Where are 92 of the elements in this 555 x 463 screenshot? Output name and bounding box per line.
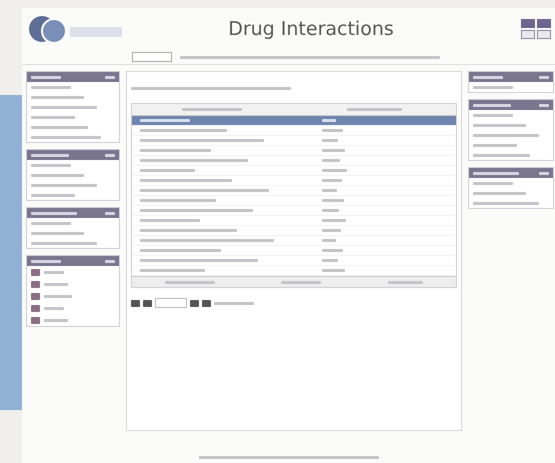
table-row[interactable] (132, 176, 456, 186)
toolbar-button[interactable] (537, 30, 551, 39)
blurred-text-drawing (346, 108, 402, 111)
blurred-text-drawing (31, 136, 101, 138)
blurred-text-drawing (322, 219, 346, 222)
blurred-text-drawing (473, 144, 517, 146)
table-row[interactable] (132, 256, 456, 266)
blurred-text-drawing (322, 159, 340, 162)
table-row[interactable] (132, 116, 456, 126)
blurred-text-drawing (322, 149, 345, 152)
blurred-text-drawing (473, 192, 526, 194)
first-page-button[interactable] (131, 300, 140, 306)
blurred-text-drawing (539, 76, 549, 78)
blurred-text-drawing (322, 239, 336, 242)
table-row[interactable] (132, 246, 456, 256)
blurred-text-drawing (105, 154, 115, 156)
blurred-text-drawing (322, 179, 342, 182)
table-row[interactable] (132, 206, 456, 216)
blurred-text-drawing (31, 212, 77, 214)
blurred-text-drawing (473, 134, 539, 136)
blurred-text-drawing (140, 269, 205, 272)
blurred-text-drawing (322, 119, 336, 122)
blurred-text-drawing (44, 282, 68, 286)
blurred-text-drawing (539, 172, 549, 174)
table-row[interactable] (132, 236, 456, 246)
blurred-text-drawing (31, 184, 97, 186)
next-page-button[interactable] (190, 300, 199, 306)
blurred-text-drawing (140, 119, 190, 122)
blurred-text-drawing (322, 269, 345, 272)
blurred-text-drawing (473, 182, 513, 184)
blurred-text-drawing (31, 232, 84, 234)
table-row[interactable] (132, 136, 456, 146)
table-row[interactable] (132, 216, 456, 226)
table-row[interactable] (132, 196, 456, 206)
last-page-button[interactable] (202, 300, 211, 306)
table-row[interactable] (132, 186, 456, 196)
blurred-text-drawing (322, 139, 338, 142)
blurred-text-drawing (31, 96, 84, 98)
blurred-text-drawing (322, 249, 343, 252)
blurred-text-drawing (473, 104, 511, 106)
blurred-text-drawing (31, 106, 97, 108)
blurred-text-drawing (31, 260, 61, 262)
blurred-text-drawing (388, 280, 423, 284)
blurred-text-drawing (322, 229, 341, 232)
table-row[interactable] (132, 226, 456, 236)
blurred-text-drawing (31, 222, 71, 224)
blurred-text-drawing (31, 242, 97, 244)
blurred-text-drawing (473, 202, 539, 204)
table-row[interactable] (132, 156, 456, 166)
blurred-text-drawing (31, 116, 75, 118)
blurred-text-drawing (31, 174, 84, 176)
blurred-text-drawing (31, 194, 75, 196)
toolbar-button[interactable] (521, 30, 535, 39)
table-row[interactable] (132, 126, 456, 136)
blurred-text-drawing (165, 280, 216, 284)
blurred-text-drawing (31, 126, 88, 128)
blurred-text-drawing (214, 302, 254, 304)
blurred-text-drawing (140, 169, 195, 172)
blurred-text-drawing (31, 164, 71, 166)
blurred-text-drawing (473, 154, 530, 156)
blurred-text-drawing (105, 212, 115, 214)
blurred-text-drawing (44, 270, 64, 274)
blurred-text-drawing (105, 76, 115, 78)
blurred-text-drawing (44, 318, 68, 322)
blurred-text-drawing (31, 76, 61, 78)
blurred-text-drawing (31, 154, 69, 156)
blurred-text-drawing (322, 129, 343, 132)
blurred-text-drawing (322, 189, 337, 192)
blurred-text-drawing (322, 209, 339, 212)
blurred-text-drawing (473, 124, 526, 126)
table-row[interactable] (132, 166, 456, 176)
blurred-text-drawing (281, 280, 322, 284)
blurred-text-drawing (473, 114, 513, 116)
blurred-text-drawing (473, 76, 503, 78)
previous-page-button[interactable] (143, 300, 152, 306)
blurred-text-drawing (473, 86, 513, 88)
blurred-text-drawing (140, 219, 200, 222)
blurred-text-drawing (182, 108, 242, 111)
blurred-text-drawing (105, 260, 115, 262)
blurred-text-drawing (322, 169, 347, 172)
table-row[interactable] (132, 146, 456, 156)
search-field[interactable] (132, 52, 172, 62)
blurred-text-drawing (44, 294, 72, 298)
blurred-text-drawing (322, 259, 338, 262)
blurred-text-drawing (539, 104, 549, 106)
blurred-text-drawing (44, 306, 64, 310)
blurred-text-drawing (31, 86, 71, 88)
blurred-text-drawing (140, 149, 211, 152)
blurred-text-drawing (473, 172, 519, 174)
page-field[interactable] (155, 298, 187, 308)
blurred-text-drawing (322, 199, 344, 202)
page-title: Drug Interactions (227, 18, 395, 40)
